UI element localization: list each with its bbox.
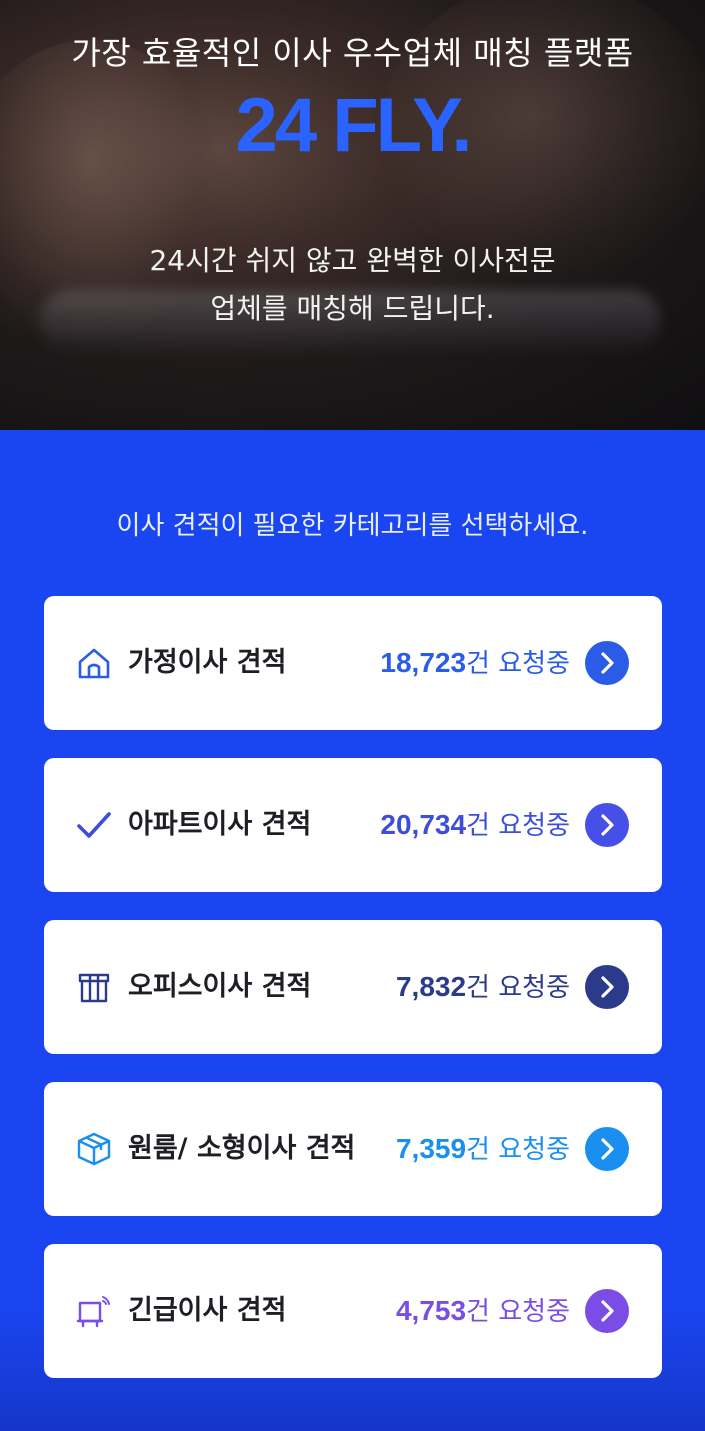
chevron-right-icon[interactable] [585, 641, 629, 685]
hero-tagline: 가장 효율적인 이사 우수업체 매칭 플랫폼 [71, 34, 634, 72]
section-title: 이사 견적이 필요한 카테고리를 선택하세요. [116, 511, 589, 541]
request-count: 7,359건 요청중 [396, 1082, 570, 1216]
request-count-unit: 건 요청중 [466, 1297, 570, 1327]
brand-logo: 24 FLY. [235, 83, 473, 168]
hero-description-line2: 업체를 매칭해 드립니다. [210, 292, 495, 325]
request-count: 20,734건 요청중 [380, 758, 570, 892]
request-count-unit: 건 요청중 [466, 811, 570, 841]
package-box-icon [76, 1131, 112, 1167]
request-count: 18,723건 요청중 [380, 596, 570, 730]
chevron-right-icon[interactable] [585, 803, 629, 847]
category-card-office[interactable]: 오피스이사 견적 7,832건 요청중 [44, 920, 662, 1054]
check-icon [76, 807, 112, 843]
request-count-number: 7,832 [395, 971, 467, 1002]
chevron-right-icon[interactable] [585, 965, 629, 1009]
category-label: 긴급이사 견적 [128, 1295, 287, 1326]
request-count: 4,753건 요청중 [396, 1244, 570, 1378]
hero-description: 24시간 쉬지 않고 완벽한 이사전문 업체를 매칭해 드립니다. [0, 237, 705, 333]
request-count-number: 18,723 [380, 647, 467, 678]
category-label: 가정이사 견적 [128, 647, 287, 678]
request-count-number: 7,359 [395, 1133, 467, 1164]
request-count-unit: 건 요청중 [466, 649, 570, 679]
request-count-number: 4,753 [395, 1295, 467, 1326]
category-section: 이사 견적이 필요한 카테고리를 선택하세요. 가정이사 견적 18,723건 … [0, 430, 705, 1431]
gift-box-icon [76, 969, 112, 1005]
request-count: 7,832건 요청중 [396, 920, 570, 1054]
hero-description-line1: 24시간 쉬지 않고 완벽한 이사전문 [149, 244, 556, 277]
category-card-home[interactable]: 가정이사 견적 18,723건 요청중 [44, 596, 662, 730]
category-card-apartment[interactable]: 아파트이사 견적 20,734건 요청중 [44, 758, 662, 892]
chevron-right-icon[interactable] [585, 1289, 629, 1333]
hero-banner: 가장 효율적인 이사 우수업체 매칭 플랫폼 24 FLY. 24시간 쉬지 않… [0, 0, 705, 430]
category-card-urgent[interactable]: 긴급이사 견적 4,753건 요청중 [44, 1244, 662, 1378]
request-count-unit: 건 요청중 [466, 973, 570, 1003]
request-count-unit: 건 요청중 [466, 1135, 570, 1165]
category-label: 원룸/ 소형이사 견적 [128, 1133, 356, 1164]
chevron-right-icon[interactable] [585, 1127, 629, 1171]
category-card-oneroom[interactable]: 원룸/ 소형이사 견적 7,359건 요청중 [44, 1082, 662, 1216]
house-icon [76, 645, 112, 681]
request-count-number: 20,734 [380, 809, 467, 840]
urgent-truck-icon [76, 1293, 112, 1329]
category-label: 오피스이사 견적 [128, 971, 312, 1002]
category-label: 아파트이사 견적 [128, 809, 312, 840]
